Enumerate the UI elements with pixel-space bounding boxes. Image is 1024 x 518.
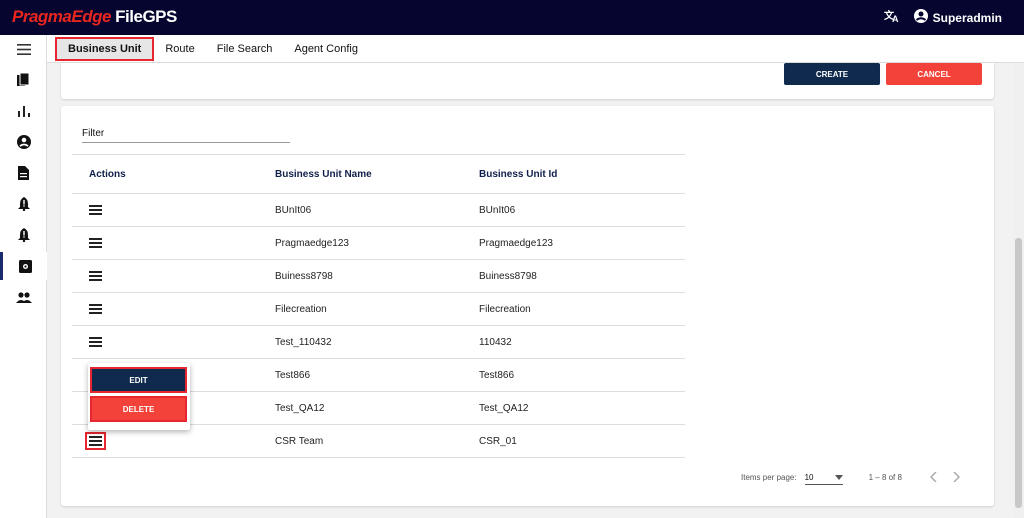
previous-page-icon[interactable] [929,470,937,485]
page-size-value: 10 [804,472,814,482]
row-menu-icon[interactable] [89,270,102,281]
bell-alert-icon[interactable] [0,221,47,249]
sidebar [0,35,47,518]
row-menu-icon[interactable] [85,431,106,450]
app-logo[interactable]: PragmaEdge FileGPS [12,7,177,27]
bar-chart-icon[interactable] [0,97,47,125]
row-action-menu: EDIT DELETE [88,363,190,430]
tab-agent-config[interactable]: Agent Config [283,35,369,63]
business-unit-id: Pragmaedge123 [479,226,685,260]
business-unit-id: Filecreation [479,292,685,326]
row-menu-icon[interactable] [89,303,102,314]
table-card: Filter Actions Business Unit Name Busine… [61,106,994,506]
filter-input[interactable]: Filter [82,128,290,143]
document-icon[interactable] [0,159,47,187]
business-unit-name: Buiness8798 [275,259,479,293]
svg-text:A: A [892,14,899,23]
logo-brand: PragmaEdge [12,7,111,26]
table-row: Pragmaedge123 Pragmaedge123 [72,226,685,260]
row-menu-icon[interactable] [89,336,102,347]
row-menu-icon[interactable] [89,237,102,248]
user-name: Superadmin [932,10,1002,25]
translate-icon[interactable]: 文A [884,9,900,26]
tab-file-search[interactable]: File Search [206,35,284,63]
chevron-down-icon [834,473,843,482]
user-menu[interactable]: Superadmin [913,9,1002,26]
table-header-row: Actions Business Unit Name Business Unit… [72,154,685,194]
table-row: BUnIt06 BUnIt06 [72,193,685,227]
business-unit-name: Test_110432 [275,325,479,359]
copy-files-icon[interactable] [0,66,47,94]
edit-button[interactable]: EDIT [90,367,187,393]
bell-alert-icon[interactable] [0,190,47,218]
cancel-button[interactable]: CANCEL [886,63,982,85]
tab-route[interactable]: Route [154,35,205,63]
table-row: Buiness8798 Buiness8798 [72,259,685,293]
business-unit-id: Test866 [479,358,685,392]
business-unit-id: BUnIt06 [479,193,685,227]
page-size-select[interactable]: 10 [804,471,843,485]
column-header-actions: Actions [72,154,275,194]
next-page-icon[interactable] [953,470,961,485]
page-range: 1 – 8 of 8 [868,473,902,482]
hamburger-menu-icon[interactable] [0,35,47,63]
paginator: Items per page: 10 1 – 8 of 8 [741,470,961,485]
top-app-bar: PragmaEdge FileGPS 文A Superadmin [0,0,1024,35]
business-unit-id: Test_QA12 [479,391,685,425]
vertical-scrollbar[interactable] [1013,63,1024,518]
business-unit-name: CSR Team [275,424,479,458]
account-icon[interactable] [0,128,47,156]
account-circle-icon [913,9,928,26]
row-menu-icon[interactable] [89,204,102,215]
logo-product: FileGPS [110,7,177,26]
tab-bar: Business Unit Route File Search Agent Co… [47,35,1024,63]
people-icon[interactable] [0,283,47,311]
business-unit-name: Test_QA12 [275,391,479,425]
column-header-name[interactable]: Business Unit Name [275,154,479,194]
action-card: CREATE CANCEL [61,63,994,99]
scrollbar-thumb[interactable] [1015,238,1022,508]
tab-business-unit[interactable]: Business Unit [55,36,155,61]
business-unit-name: Pragmaedge123 [275,226,479,260]
table-row: Test_110432 110432 [72,325,685,359]
business-unit-name: Filecreation [275,292,479,326]
business-unit-id: 110432 [479,325,685,359]
table-row: Filecreation Filecreation [72,292,685,326]
business-unit-id: CSR_01 [479,424,685,458]
business-unit-id: Buiness8798 [479,259,685,293]
business-unit-name: BUnIt06 [275,193,479,227]
column-header-id[interactable]: Business Unit Id [479,154,685,194]
create-button[interactable]: CREATE [784,63,880,85]
business-unit-name: Test866 [275,358,479,392]
settings-box-icon[interactable] [0,252,47,280]
delete-button[interactable]: DELETE [90,396,187,422]
items-per-page-label: Items per page: [741,473,797,482]
